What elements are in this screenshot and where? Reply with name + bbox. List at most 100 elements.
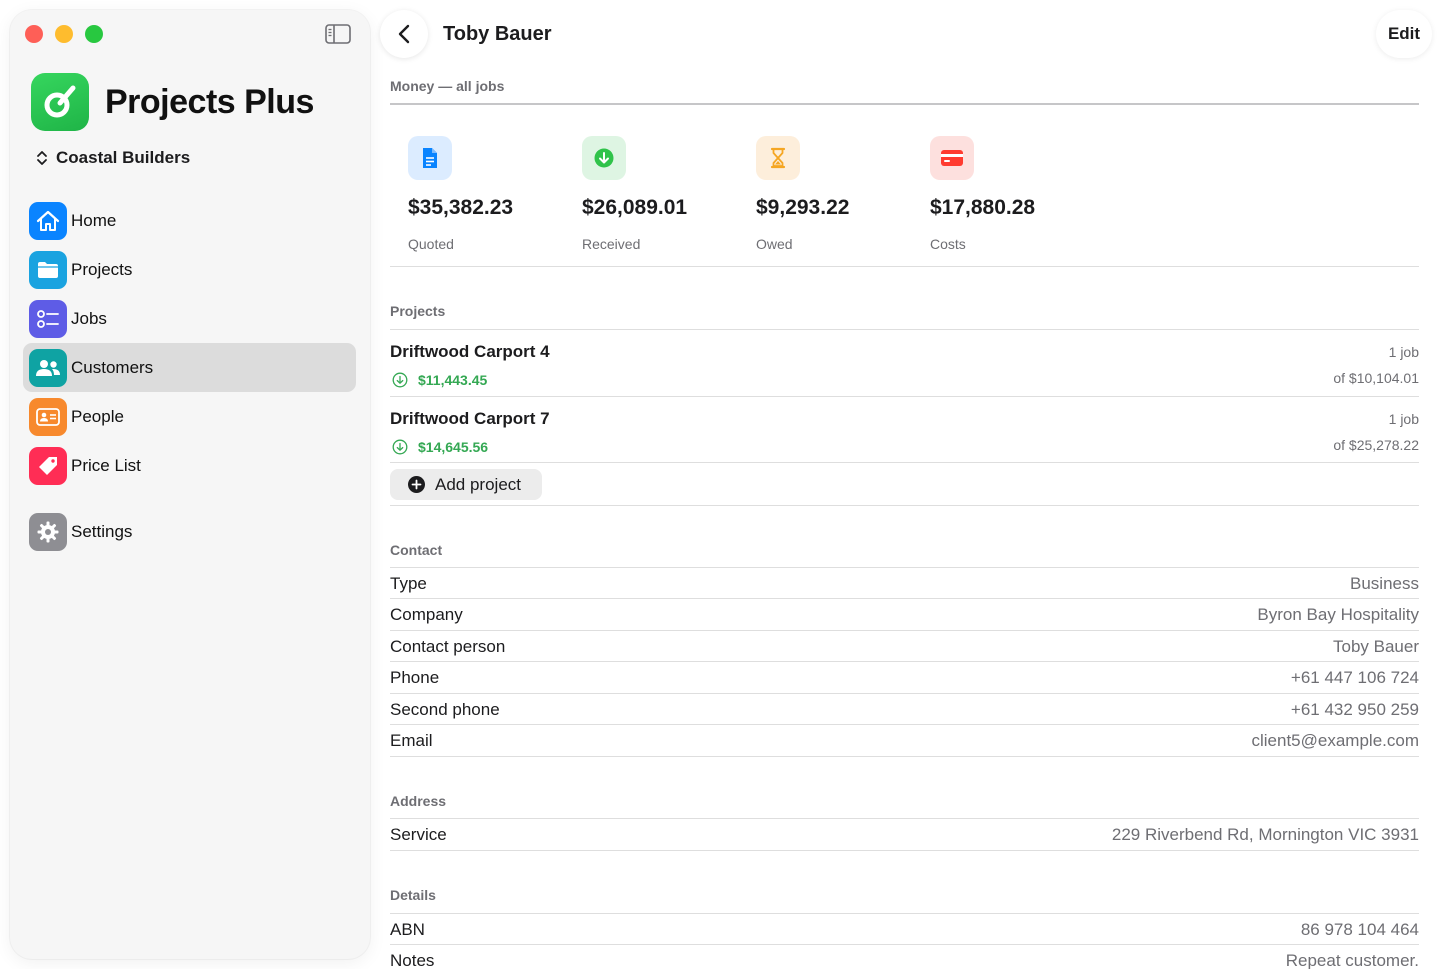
- stat-costs[interactable]: $17,880.28 Costs: [930, 136, 1104, 252]
- window-controls: [25, 25, 103, 43]
- project-paid-amount: $11,443.45: [418, 372, 488, 388]
- checklist-icon: [29, 299, 67, 338]
- row-label: Service: [390, 825, 447, 844]
- divider: [390, 396, 1419, 397]
- divider: [390, 462, 1419, 463]
- plus-circle-icon: [408, 476, 425, 493]
- house-icon: [29, 201, 67, 240]
- stat-value: $17,880.28: [930, 196, 1036, 219]
- row-label: Contact person: [390, 637, 506, 656]
- sidebar: Projects Plus Coastal Builders Home Proj…: [10, 10, 370, 959]
- arrow-down-circle-icon: [392, 439, 408, 455]
- stat-label: Received: [582, 236, 641, 252]
- row-value: Business: [1350, 574, 1419, 593]
- projects-section-header: Projects: [390, 303, 446, 319]
- project-job-count: 1 job: [1388, 344, 1419, 360]
- details-row-notes[interactable]: Notes Repeat customer.: [390, 945, 1419, 969]
- project-paid: $14,645.56: [392, 439, 488, 455]
- sidebar-item-price-list[interactable]: Price List: [23, 441, 356, 490]
- sidebar-item-settings[interactable]: Settings: [23, 507, 356, 556]
- sidebar-item-label: Home: [71, 210, 117, 230]
- details-section-header: Details: [390, 887, 436, 903]
- project-job-count: 1 job: [1388, 411, 1419, 427]
- gear-icon: [29, 512, 67, 551]
- contact-row-contact-person[interactable]: Contact person Toby Bauer: [390, 631, 1419, 662]
- add-project-label: Add project: [435, 474, 521, 494]
- contact-row-email[interactable]: Email client5@example.com: [390, 725, 1419, 756]
- hourglass-icon: [756, 136, 800, 180]
- chevron-left-icon: [398, 24, 410, 44]
- minimize-window-button[interactable]: [55, 25, 73, 43]
- stat-value: $35,382.23: [408, 196, 514, 219]
- project-row[interactable]: Driftwood Carport 4 $11,443.45 1 job of …: [390, 342, 1419, 408]
- stat-received[interactable]: $26,089.01 Received: [582, 136, 756, 252]
- address-row-service[interactable]: Service 229 Riverbend Rd, Mornington VIC…: [390, 819, 1419, 850]
- sidebar-item-label: Price List: [71, 455, 141, 475]
- organization-switcher[interactable]: Coastal Builders: [36, 148, 190, 168]
- sidebar-item-label: Jobs: [71, 308, 107, 328]
- contact-section-header: Contact: [390, 542, 443, 558]
- project-name: Driftwood Carport 7: [390, 409, 550, 428]
- row-value: +61 432 950 259: [1290, 700, 1419, 719]
- back-button[interactable]: [380, 10, 428, 58]
- sidebar-item-home[interactable]: Home: [23, 196, 356, 245]
- divider: [390, 505, 1419, 506]
- contact-row-phone[interactable]: Phone +61 447 106 724: [390, 662, 1419, 693]
- edit-button[interactable]: Edit: [1376, 10, 1432, 58]
- contact-row-second-phone[interactable]: Second phone +61 432 950 259: [390, 694, 1419, 725]
- sidebar-item-jobs[interactable]: Jobs: [23, 294, 356, 343]
- divider: [390, 266, 1419, 267]
- app-name: Projects Plus: [105, 82, 314, 121]
- sidebar-nav: Home Projects Jobs Customers People Pric…: [23, 196, 356, 556]
- stat-quoted[interactable]: $35,382.23 Quoted: [408, 136, 582, 252]
- stat-owed[interactable]: $9,293.22 Owed: [756, 136, 930, 252]
- app-logo-icon: [31, 73, 89, 131]
- details-row-abn[interactable]: ABN 86 978 104 464: [390, 914, 1419, 945]
- zoom-window-button[interactable]: [85, 25, 103, 43]
- divider: [390, 850, 1419, 851]
- divider: [390, 329, 1419, 330]
- close-window-button[interactable]: [25, 25, 43, 43]
- people-icon: [29, 348, 67, 387]
- add-project-button[interactable]: Add project: [390, 469, 542, 500]
- money-stats: $35,382.23 Quoted $26,089.01 Received $9…: [408, 136, 1104, 252]
- tag-icon: [29, 446, 67, 485]
- row-label: Phone: [390, 668, 440, 687]
- address-section-header: Address: [390, 793, 447, 809]
- row-value: Repeat customer.: [1285, 951, 1419, 969]
- arrow-down-circle-icon: [392, 372, 408, 388]
- stat-label: Costs: [930, 236, 966, 252]
- page-title: Toby Bauer: [443, 23, 552, 45]
- project-row[interactable]: Driftwood Carport 7 $14,645.56 1 job of …: [390, 409, 1419, 475]
- project-total: of $10,104.01: [1333, 370, 1419, 386]
- project-paid-amount: $14,645.56: [418, 439, 489, 455]
- sidebar-item-label: People: [71, 406, 124, 426]
- organization-name: Coastal Builders: [56, 148, 191, 167]
- row-label: Second phone: [390, 700, 500, 719]
- stat-value: $9,293.22: [756, 196, 850, 219]
- sidebar-item-people[interactable]: People: [23, 392, 356, 441]
- sidebar-item-label: Customers: [71, 357, 154, 377]
- sidebar-item-projects[interactable]: Projects: [23, 245, 356, 294]
- stat-label: Quoted: [408, 236, 454, 252]
- sidebar-toggle-icon[interactable]: [325, 24, 351, 44]
- project-name: Driftwood Carport 4: [390, 342, 550, 361]
- divider: [390, 756, 1419, 757]
- stat-label: Owed: [756, 236, 793, 252]
- sidebar-item-label: Projects: [71, 259, 133, 279]
- folder-icon: [29, 250, 67, 289]
- row-value: Byron Bay Hospitality: [1257, 605, 1419, 624]
- credit-card-icon: [930, 136, 974, 180]
- stat-value: $26,089.01: [582, 196, 688, 219]
- row-label: Type: [390, 574, 427, 593]
- row-value: 229 Riverbend Rd, Mornington VIC 3931: [1111, 825, 1419, 844]
- row-value: 86 978 104 464: [1300, 920, 1419, 939]
- sidebar-item-customers[interactable]: Customers: [23, 343, 356, 392]
- money-section-header: Money — all jobs: [390, 78, 505, 94]
- project-paid: $11,443.45: [392, 372, 487, 388]
- document-icon: [408, 136, 452, 180]
- id-card-icon: [29, 397, 67, 436]
- contact-row-company[interactable]: Company Byron Bay Hospitality: [390, 599, 1419, 630]
- row-value: Toby Bauer: [1333, 637, 1419, 656]
- contact-row-type[interactable]: Type Business: [390, 568, 1419, 599]
